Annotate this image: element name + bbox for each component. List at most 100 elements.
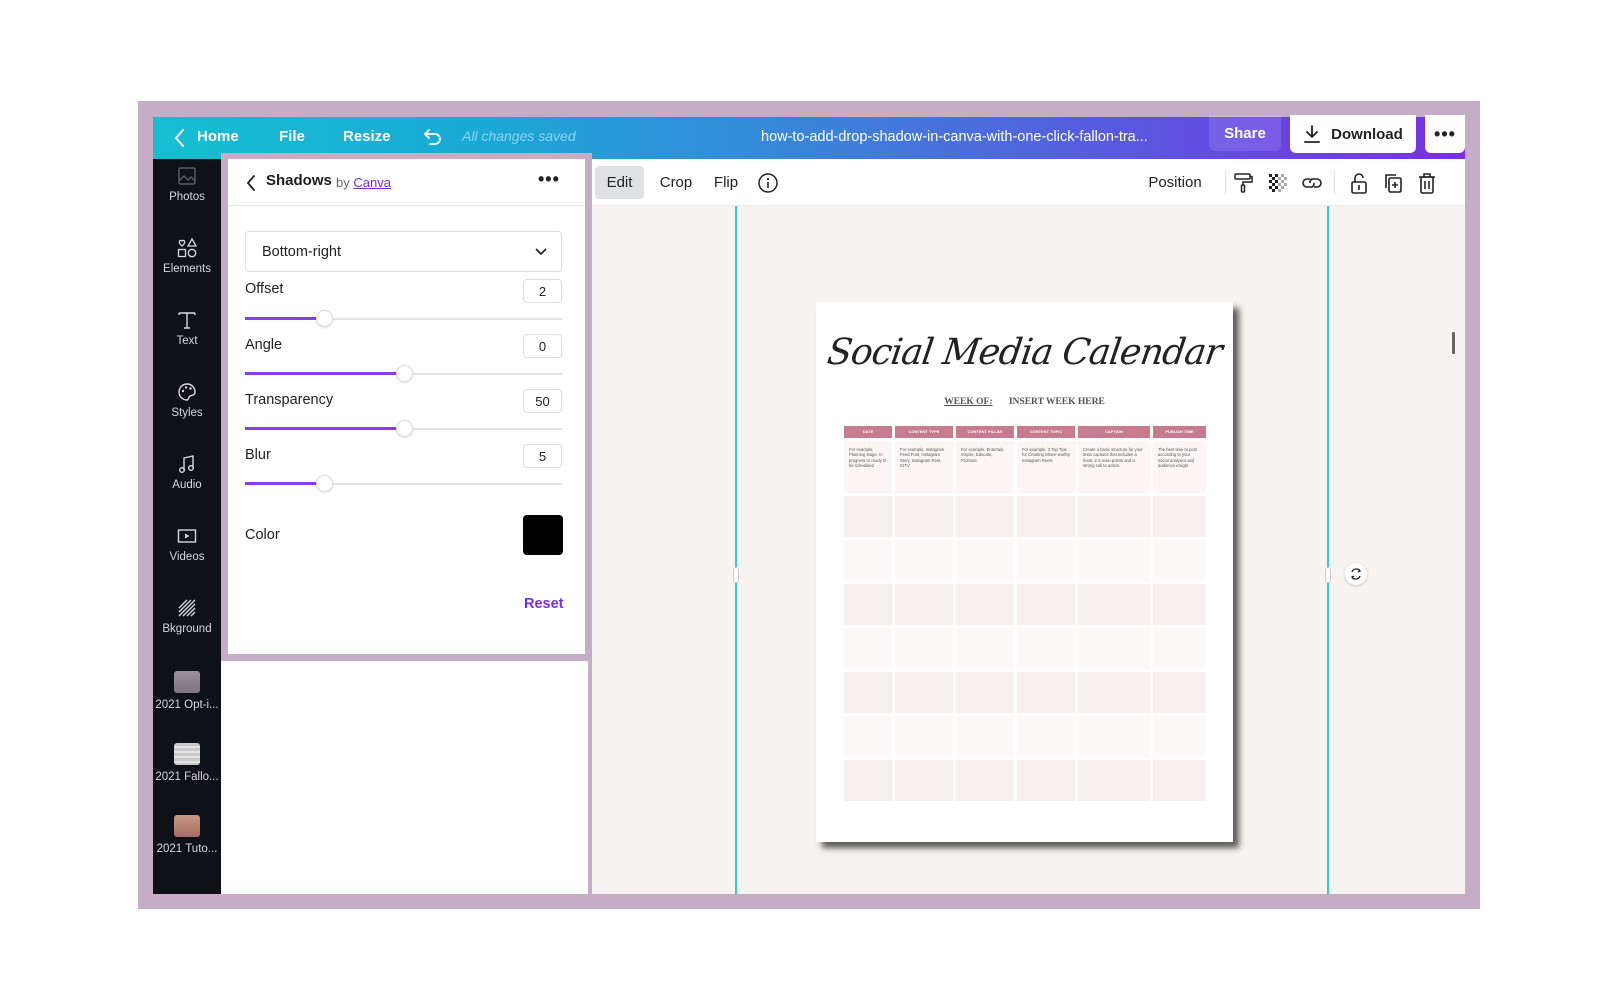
offset-input[interactable]: 2 bbox=[523, 279, 562, 303]
week-of-label: WEEK OF: bbox=[944, 397, 993, 407]
table-header-cell: CONTENT PILLAR bbox=[956, 426, 1014, 438]
blur-input[interactable]: 5 bbox=[523, 444, 562, 468]
chevron-left-icon[interactable] bbox=[171, 127, 189, 149]
table-cell bbox=[895, 760, 953, 801]
angle-input[interactable]: 0 bbox=[523, 334, 562, 358]
transparency-input[interactable]: 50 bbox=[523, 389, 562, 413]
sidebar-item-background[interactable]: Bkground bbox=[153, 597, 221, 657]
folder-thumbnail bbox=[174, 815, 200, 837]
table-cell bbox=[1078, 716, 1150, 757]
table-cell bbox=[1153, 760, 1206, 801]
table-cell bbox=[1153, 628, 1206, 669]
table-cell bbox=[895, 540, 953, 581]
slider-thumb[interactable] bbox=[316, 310, 334, 327]
sidebar-item-styles[interactable]: Styles bbox=[153, 381, 221, 441]
trash-icon[interactable] bbox=[1415, 171, 1439, 195]
table-cell bbox=[844, 672, 892, 713]
sidebar-item-folder[interactable]: 2021 Tuto... bbox=[153, 815, 221, 875]
more-horizontal-icon[interactable]: ••• bbox=[538, 169, 560, 190]
blur-slider[interactable] bbox=[245, 475, 562, 493]
table-header-cell: CAPTION bbox=[1078, 426, 1150, 438]
lock-icon[interactable] bbox=[1347, 171, 1371, 195]
table-cell bbox=[844, 628, 892, 669]
chevron-left-icon[interactable] bbox=[244, 173, 258, 193]
edit-button[interactable]: Edit bbox=[595, 166, 644, 199]
sidebar-item-text[interactable]: Text bbox=[153, 309, 221, 369]
share-button[interactable]: Share bbox=[1209, 115, 1281, 151]
info-button[interactable] bbox=[755, 166, 781, 199]
panel-empty-area bbox=[221, 661, 588, 894]
link-icon[interactable] bbox=[1300, 171, 1324, 195]
table-cell: For example, Entertain, Inspire, Educate… bbox=[956, 441, 1014, 493]
reset-button[interactable]: Reset bbox=[524, 596, 564, 612]
document-title[interactable]: how-to-add-drop-shadow-in-canva-with-one… bbox=[761, 129, 1148, 145]
slider-fill bbox=[245, 372, 404, 375]
table-cell bbox=[895, 496, 953, 537]
shadow-color-swatch[interactable] bbox=[523, 515, 563, 555]
download-button[interactable]: Download bbox=[1290, 115, 1416, 153]
sidebar-item-folder[interactable]: 2021 Opt-i... bbox=[153, 671, 221, 731]
angle-slider[interactable] bbox=[245, 365, 562, 383]
angle-label: Angle bbox=[245, 337, 283, 353]
sidebar-item-elements[interactable]: Elements bbox=[153, 237, 221, 297]
resize-handle-right[interactable] bbox=[1325, 567, 1331, 583]
position-button[interactable]: Position bbox=[1140, 166, 1210, 199]
resize-handle-left[interactable] bbox=[733, 567, 739, 583]
file-menu-button[interactable]: File bbox=[279, 128, 305, 145]
sidebar-item-videos[interactable]: Videos bbox=[153, 525, 221, 585]
undo-icon[interactable] bbox=[421, 126, 445, 148]
table-cell bbox=[1078, 760, 1150, 801]
design-canvas[interactable]: Social Media Calendar WEEK OF: INSERT WE… bbox=[592, 206, 1465, 894]
table-cell bbox=[956, 672, 1014, 713]
by-prefix: by bbox=[336, 175, 350, 190]
canva-link[interactable]: Canva bbox=[353, 175, 391, 190]
blur-label: Blur bbox=[245, 447, 271, 463]
shadow-preset-dropdown[interactable]: Bottom-right bbox=[245, 231, 562, 272]
table-row: DATE CONTENT TYPE CONTENT PILLAR CONTENT TO… bbox=[844, 426, 1206, 438]
slider-thumb[interactable] bbox=[395, 365, 413, 382]
chevron-down-icon bbox=[535, 248, 547, 256]
sidebar-label: Bkground bbox=[162, 623, 212, 635]
table-cell: For example, Instagram Feed Post, Instag… bbox=[895, 441, 953, 493]
table-cell bbox=[1078, 584, 1150, 625]
slider-fill bbox=[245, 427, 404, 430]
transparency-icon[interactable] bbox=[1266, 171, 1290, 195]
info-icon bbox=[758, 172, 778, 193]
crop-button[interactable]: Crop bbox=[650, 166, 702, 199]
duplicate-icon[interactable] bbox=[1381, 171, 1405, 195]
selection-guide-right bbox=[1327, 206, 1329, 894]
design-page[interactable]: Social Media Calendar WEEK OF: INSERT WE… bbox=[816, 302, 1233, 842]
canvas-scrollbar[interactable] bbox=[1452, 332, 1455, 354]
left-sidebar: Photos Elements Text Styles Audio Videos… bbox=[153, 159, 221, 894]
sidebar-label: Elements bbox=[163, 263, 211, 275]
table-cell bbox=[844, 716, 892, 757]
table-cell bbox=[1078, 540, 1150, 581]
table-cell bbox=[1017, 672, 1075, 713]
table-cell bbox=[956, 584, 1014, 625]
resize-button[interactable]: Resize bbox=[343, 128, 391, 145]
paint-roller-icon[interactable] bbox=[1232, 171, 1256, 195]
table-cell bbox=[1153, 540, 1206, 581]
transparency-slider[interactable] bbox=[245, 420, 562, 438]
sidebar-item-folder[interactable]: 2021 Fallo... bbox=[153, 743, 221, 803]
sidebar-label: Audio bbox=[172, 479, 202, 491]
more-options-button[interactable]: ••• bbox=[1425, 115, 1465, 153]
table-row bbox=[844, 628, 1206, 669]
toolbar-divider bbox=[1225, 171, 1226, 195]
table-row: For example, Planning stage, In progress… bbox=[844, 441, 1206, 493]
table-cell bbox=[895, 716, 953, 757]
rotate-handle[interactable] bbox=[1345, 563, 1367, 585]
element-toolbar: Edit Crop Flip Position bbox=[592, 159, 1465, 206]
week-of-value: INSERT WEEK HERE bbox=[1008, 397, 1105, 407]
slider-thumb[interactable] bbox=[316, 475, 334, 492]
sidebar-label: Styles bbox=[171, 407, 203, 419]
video-icon bbox=[177, 529, 197, 543]
offset-slider[interactable] bbox=[245, 310, 562, 328]
slider-thumb[interactable] bbox=[395, 420, 413, 437]
flip-button[interactable]: Flip bbox=[704, 166, 748, 199]
table-cell bbox=[956, 540, 1014, 581]
home-button[interactable]: Home bbox=[197, 128, 239, 145]
sidebar-item-audio[interactable]: Audio bbox=[153, 453, 221, 513]
sidebar-item-photos[interactable]: Photos bbox=[153, 165, 221, 225]
table-cell bbox=[844, 584, 892, 625]
